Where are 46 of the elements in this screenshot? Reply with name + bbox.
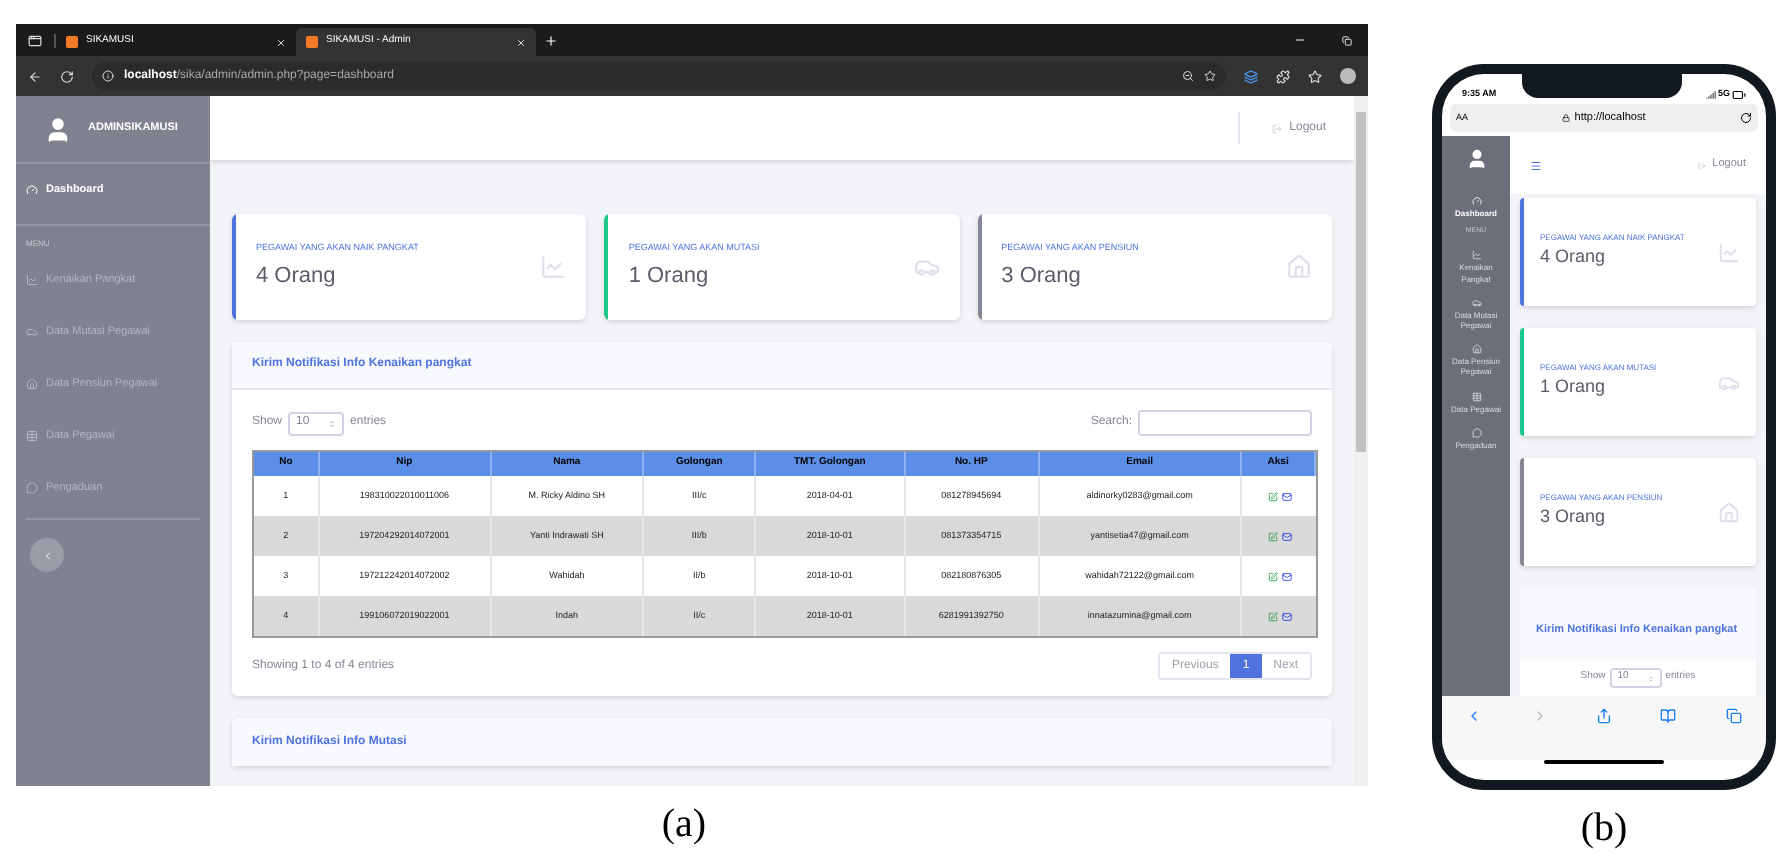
- sidebar-toggle-button[interactable]: [30, 538, 64, 572]
- profile-avatar[interactable]: [1340, 68, 1356, 84]
- user-icon: [44, 115, 72, 143]
- card-value: 1 Orang: [628, 261, 711, 292]
- home-indicator: [1544, 760, 1664, 764]
- reload-icon[interactable]: [1740, 112, 1752, 124]
- minimize-icon[interactable]: [1294, 34, 1306, 46]
- card-value: 1 Orang: [1540, 374, 1608, 401]
- scrollbar-thumb[interactable]: [1356, 112, 1366, 452]
- card-value: 3 Orang: [1001, 261, 1083, 292]
- card-value: 3 Orang: [1540, 504, 1608, 531]
- mail-icon[interactable]: [1281, 571, 1292, 581]
- info-icon: [102, 70, 114, 82]
- logout-icon: [1271, 123, 1282, 133]
- favorites-icon[interactable]: [1308, 69, 1322, 83]
- card-icon: [1718, 241, 1740, 263]
- card-icon: [1718, 501, 1740, 523]
- tab-actions-icon[interactable]: [28, 33, 42, 47]
- card-value: 4 Orang: [256, 261, 338, 292]
- bookmarks-icon[interactable]: [1660, 708, 1677, 724]
- back-icon[interactable]: [28, 69, 42, 83]
- zoom-out-icon[interactable]: [1182, 70, 1194, 82]
- card-icon: [540, 254, 567, 280]
- favicon-icon: [66, 36, 78, 48]
- card-icon: [1285, 254, 1312, 280]
- lock-icon: [1562, 114, 1571, 122]
- new-tab-icon[interactable]: [544, 33, 558, 47]
- tabs-icon[interactable]: [1725, 708, 1742, 724]
- favicon-icon: [306, 36, 318, 48]
- mail-icon[interactable]: [1281, 611, 1292, 621]
- signal-icon: [1705, 90, 1716, 100]
- card-value: 4 Orang: [1540, 244, 1608, 271]
- search-field[interactable]: [1138, 410, 1312, 436]
- user-icon: [1465, 148, 1487, 170]
- scrollbar[interactable]: [1354, 96, 1368, 786]
- restore-icon[interactable]: [1342, 35, 1352, 45]
- mail-icon[interactable]: [1281, 491, 1292, 501]
- extensions-icon[interactable]: [1276, 69, 1290, 83]
- favorite-icon[interactable]: [1204, 70, 1216, 82]
- collections-icon[interactable]: [1244, 69, 1258, 83]
- battery-icon: [1732, 88, 1746, 102]
- chevron-left-icon: [41, 549, 53, 561]
- share-icon[interactable]: [1595, 708, 1612, 724]
- figure-caption: (b): [1580, 804, 1628, 854]
- figure-caption: (a): [661, 800, 707, 850]
- mail-icon[interactable]: [1281, 531, 1292, 541]
